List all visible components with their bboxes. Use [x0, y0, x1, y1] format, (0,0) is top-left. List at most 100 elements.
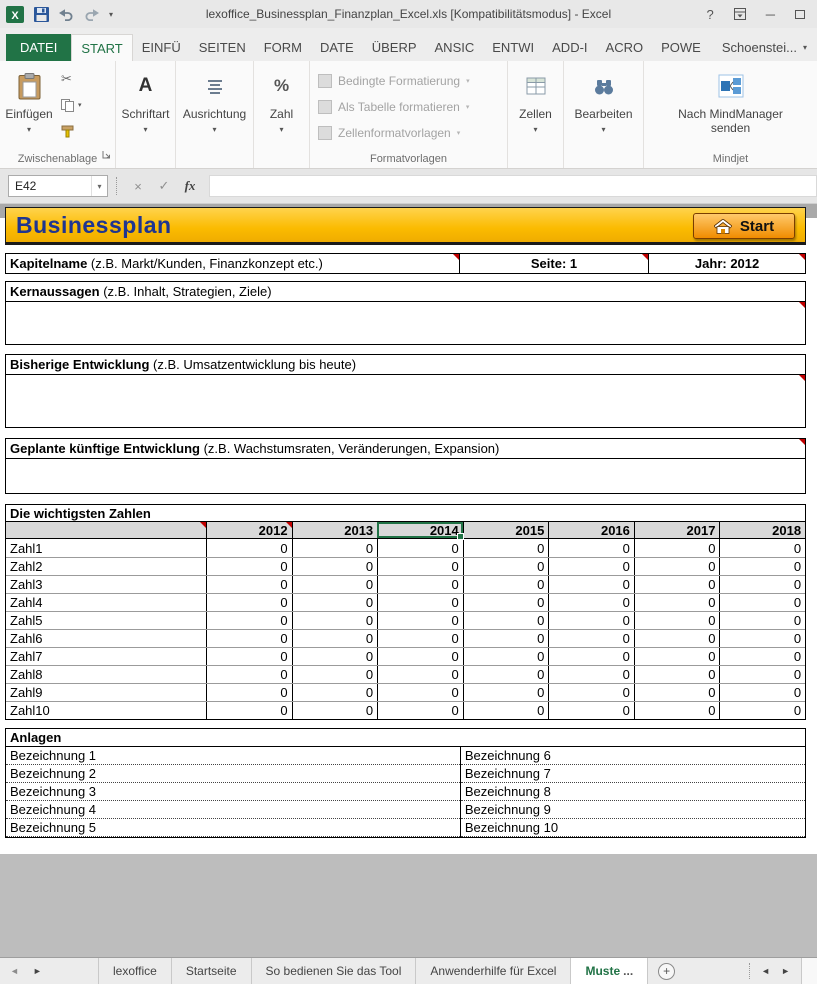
anlage-item-bezeichnung-10[interactable]: Bezeichnung 10	[461, 819, 805, 837]
year-header-2018[interactable]: 2018	[719, 522, 805, 538]
value-cell[interactable]: 0	[634, 702, 720, 719]
formula-input[interactable]	[209, 175, 817, 197]
value-cell[interactable]: 0	[206, 630, 292, 647]
qat-customize-caret-icon[interactable]: ▾	[109, 10, 113, 19]
row-label-zahl3[interactable]: Zahl3	[6, 576, 206, 593]
value-cell[interactable]: 0	[719, 539, 805, 557]
ribbon-tab-start[interactable]: START	[71, 34, 132, 61]
value-cell[interactable]: 0	[292, 594, 378, 611]
value-cell[interactable]: 0	[634, 630, 720, 647]
anlage-item-bezeichnung-5[interactable]: Bezeichnung 5	[6, 819, 460, 837]
section-input-area[interactable]	[6, 375, 805, 427]
value-cell[interactable]: 0	[377, 558, 463, 575]
cut-button[interactable]: ✂	[58, 70, 82, 88]
value-cell[interactable]: 0	[206, 612, 292, 629]
value-cell[interactable]: 0	[292, 648, 378, 665]
value-cell[interactable]: 0	[463, 539, 549, 557]
value-cell[interactable]: 0	[206, 684, 292, 701]
value-cell[interactable]: 0	[634, 648, 720, 665]
value-cell[interactable]: 0	[634, 612, 720, 629]
value-cell[interactable]: 0	[292, 684, 378, 701]
editing-button[interactable]: Bearbeiten ▾	[564, 61, 643, 168]
value-cell[interactable]: 0	[292, 539, 378, 557]
anlage-item-bezeichnung-2[interactable]: Bezeichnung 2	[6, 765, 460, 783]
value-cell[interactable]: 0	[548, 648, 634, 665]
value-cell[interactable]: 0	[548, 666, 634, 683]
ribbon-tab-add-i[interactable]: ADD-I	[543, 34, 596, 61]
maximize-button[interactable]	[795, 10, 805, 19]
value-cell[interactable]: 0	[292, 558, 378, 575]
copy-button[interactable]: ▾	[58, 96, 82, 114]
hscroll-left-icon[interactable]: ◄	[761, 966, 770, 976]
value-cell[interactable]: 0	[377, 684, 463, 701]
send-to-mindmanager-button[interactable]: Nach MindManager senden	[644, 61, 817, 168]
anlage-item-bezeichnung-9[interactable]: Bezeichnung 9	[461, 801, 805, 819]
ribbon-tab-ansic[interactable]: ANSIC	[426, 34, 484, 61]
value-cell[interactable]: 0	[463, 576, 549, 593]
paste-button[interactable]: Einfügen ▾	[0, 61, 58, 168]
value-cell[interactable]: 0	[206, 648, 292, 665]
name-box[interactable]: E42 ▾	[8, 175, 108, 197]
value-cell[interactable]: 0	[463, 594, 549, 611]
row-label-zahl2[interactable]: Zahl2	[6, 558, 206, 575]
value-cell[interactable]: 0	[548, 539, 634, 557]
value-cell[interactable]: 0	[719, 666, 805, 683]
value-cell[interactable]: 0	[292, 702, 378, 719]
table-corner-cell[interactable]	[6, 522, 206, 538]
ribbon-tab-powe[interactable]: POWE	[652, 34, 710, 61]
anlage-item-bezeichnung-4[interactable]: Bezeichnung 4	[6, 801, 460, 819]
value-cell[interactable]: 0	[634, 539, 720, 557]
chapter-name-cell[interactable]: Kapitelname (z.B. Markt/Kunden, Finanzko…	[6, 254, 460, 273]
page-number-cell[interactable]: Seite: 1	[460, 254, 649, 273]
section-input-area[interactable]	[6, 459, 805, 493]
ribbon-tab-seiten[interactable]: SEITEN	[190, 34, 255, 61]
row-label-zahl9[interactable]: Zahl9	[6, 684, 206, 701]
value-cell[interactable]: 0	[377, 630, 463, 647]
row-label-zahl8[interactable]: Zahl8	[6, 666, 206, 683]
value-cell[interactable]: 0	[206, 702, 292, 719]
sheet-nav-left-icon[interactable]: ◄	[10, 966, 19, 976]
value-cell[interactable]: 0	[463, 666, 549, 683]
clipboard-dialog-launcher-icon[interactable]	[102, 146, 111, 164]
ribbon-tab-datei[interactable]: DATEI	[6, 34, 71, 61]
value-cell[interactable]: 0	[377, 666, 463, 683]
value-cell[interactable]: 0	[634, 666, 720, 683]
row-label-zahl6[interactable]: Zahl6	[6, 630, 206, 647]
value-cell[interactable]: 0	[634, 576, 720, 593]
cancel-button[interactable]: ×	[125, 179, 151, 194]
value-cell[interactable]: 0	[719, 594, 805, 611]
value-cell[interactable]: 0	[377, 576, 463, 593]
value-cell[interactable]: 0	[292, 630, 378, 647]
value-cell[interactable]: 0	[634, 558, 720, 575]
value-cell[interactable]: 0	[719, 684, 805, 701]
value-cell[interactable]: 0	[548, 684, 634, 701]
value-cell[interactable]: 0	[206, 558, 292, 575]
year-header-2017[interactable]: 2017	[634, 522, 720, 538]
anlage-item-bezeichnung-1[interactable]: Bezeichnung 1	[6, 747, 460, 765]
start-button[interactable]: Start	[693, 213, 795, 239]
sheet-tab-anwenderhilfe-f-r-excel[interactable]: Anwenderhilfe für Excel	[416, 958, 571, 984]
year-cell[interactable]: Jahr: 2012	[649, 254, 805, 273]
value-cell[interactable]: 0	[548, 558, 634, 575]
value-cell[interactable]: 0	[377, 648, 463, 665]
sheet-tab-muste[interactable]: Muste...	[571, 958, 648, 984]
value-cell[interactable]: 0	[292, 612, 378, 629]
value-cell[interactable]: 0	[719, 702, 805, 719]
hscroll-right-icon[interactable]: ►	[781, 966, 790, 976]
undo-button[interactable]	[59, 8, 74, 21]
ribbon-tab-einf[interactable]: EINFÜ	[133, 34, 190, 61]
year-header-2014[interactable]: 2014	[377, 522, 463, 538]
ribbon-tab-date[interactable]: DATE	[311, 34, 363, 61]
value-cell[interactable]: 0	[463, 702, 549, 719]
value-cell[interactable]: 0	[719, 576, 805, 593]
section-input-area[interactable]	[6, 302, 805, 344]
value-cell[interactable]: 0	[463, 558, 549, 575]
minimize-button[interactable]: ─	[766, 7, 775, 22]
anlage-item-bezeichnung-8[interactable]: Bezeichnung 8	[461, 783, 805, 801]
redo-button[interactable]	[84, 8, 99, 21]
ribbon-display-options-button[interactable]	[734, 8, 746, 20]
value-cell[interactable]: 0	[206, 539, 292, 557]
value-cell[interactable]: 0	[719, 558, 805, 575]
sheet-tab-startseite[interactable]: Startseite	[172, 958, 252, 984]
value-cell[interactable]: 0	[377, 539, 463, 557]
